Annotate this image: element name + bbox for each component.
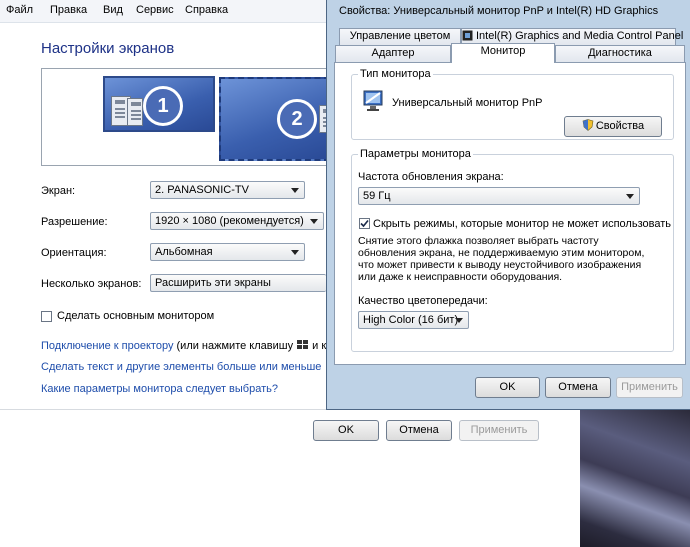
orientation-label: Ориентация:: [41, 247, 107, 259]
tab-monitor[interactable]: Монитор: [451, 43, 555, 63]
properties-button[interactable]: Свойства: [564, 116, 662, 137]
dialog-cancel-button[interactable]: Отмена: [545, 377, 611, 398]
monitor-params-group-title: Параметры монитора: [358, 148, 473, 160]
dropdown-arrow-icon: [626, 194, 634, 199]
dropdown-arrow-icon: [291, 250, 299, 255]
hide-modes-checkbox[interactable]: [359, 218, 370, 229]
page-title: Настройки экранов: [41, 40, 175, 57]
monitor-properties-dialog: Свойства: Универсальный монитор PnP и In…: [326, 0, 690, 410]
color-quality-label: Качество цветопередачи:: [358, 295, 488, 307]
projector-line: Подключение к проектору (или нажмите кла…: [41, 339, 326, 352]
refresh-rate-value: 59 Гц: [363, 190, 391, 202]
multiple-displays-select-value: Расширить эти экраны: [155, 277, 271, 289]
resolution-label: Разрешение:: [41, 216, 108, 228]
tab-diagnostics[interactable]: Диагностика: [555, 45, 685, 62]
multiple-displays-label: Несколько экранов:: [41, 278, 142, 290]
refresh-rate-label: Частота обновления экрана:: [358, 171, 504, 183]
intel-icon: [462, 30, 473, 41]
monitor-1-number: 1: [143, 86, 183, 126]
dialog-apply-button[interactable]: Применить: [616, 377, 683, 398]
menu-file[interactable]: Файл: [6, 4, 33, 16]
orientation-select-value: Альбомная: [155, 246, 213, 258]
document-icon: [127, 98, 143, 126]
screen-select-value: 2. PANASONIC-TV: [155, 184, 249, 196]
monitor-type-group-title: Тип монитора: [358, 68, 433, 80]
menu-tools[interactable]: Сервис: [136, 4, 174, 16]
ok-button[interactable]: OK: [313, 420, 379, 441]
projector-link[interactable]: Подключение к проектору: [41, 340, 173, 352]
shield-icon: [582, 119, 594, 131]
monitor-arrangement-area: 1 2: [41, 68, 333, 166]
color-quality-value: High Color (16 бит): [363, 314, 459, 326]
monitor-1[interactable]: 1: [103, 76, 215, 132]
monitor-name: Универсальный монитор PnP: [392, 97, 543, 109]
dialog-title: Свойства: Универсальный монитор PnP и In…: [339, 5, 659, 17]
monitor-type-group: Тип монитора Универсальный монитор PnP С…: [351, 68, 674, 140]
checkmark-icon: [360, 219, 369, 228]
menu-view[interactable]: Вид: [103, 4, 123, 16]
monitor-icon: [363, 90, 383, 111]
dropdown-arrow-icon: [291, 188, 299, 193]
tab-intel-label: Intel(R) Graphics and Media Control Pane…: [476, 30, 684, 42]
main-monitor-label: Сделать основным монитором: [57, 310, 215, 322]
dialog-ok-button[interactable]: OK: [475, 377, 540, 398]
monitor-tab-panel: Тип монитора Универсальный монитор PnP С…: [334, 62, 686, 365]
resolution-select-value: 1920 × 1080 (рекомендуется): [155, 215, 304, 227]
projector-hint-tail: и к: [309, 340, 327, 352]
windows-key-icon: [297, 340, 309, 349]
multiple-displays-select[interactable]: Расширить эти экраны: [150, 274, 326, 292]
text-size-link[interactable]: Сделать текст и другие элементы больше и…: [41, 361, 321, 373]
tab-color-management[interactable]: Управление цветом: [339, 28, 461, 45]
monitor-2[interactable]: 2: [219, 77, 333, 161]
refresh-rate-select[interactable]: 59 Гц: [358, 187, 640, 205]
cancel-button[interactable]: Отмена: [386, 420, 452, 441]
screen-select[interactable]: 2. PANASONIC-TV: [150, 181, 305, 199]
monitor-2-number: 2: [277, 99, 317, 139]
properties-button-label: Свойства: [595, 120, 645, 132]
menu-edit[interactable]: Правка: [50, 4, 87, 16]
menu-help[interactable]: Справка: [185, 4, 228, 16]
which-params-link[interactable]: Какие параметры монитора следует выбрать…: [41, 383, 278, 395]
tab-adapter[interactable]: Адаптер: [335, 45, 451, 62]
projector-hint: (или нажмите клавишу: [173, 340, 297, 352]
hint-text: Снятие этого флажка позволяет выбрать ча…: [358, 235, 645, 283]
dropdown-arrow-icon: [310, 219, 318, 224]
dropdown-arrow-icon: [455, 318, 463, 323]
resolution-select[interactable]: 1920 × 1080 (рекомендуется): [150, 212, 324, 230]
desktop-wallpaper: [580, 410, 690, 547]
screen-label: Экран:: [41, 185, 76, 197]
orientation-select[interactable]: Альбомная: [150, 243, 305, 261]
monitor-params-group: Параметры монитора Частота обновления эк…: [351, 148, 674, 352]
main-monitor-checkbox[interactable]: [41, 311, 52, 322]
color-quality-select[interactable]: High Color (16 бит): [358, 311, 469, 329]
apply-button[interactable]: Применить: [459, 420, 539, 441]
hide-modes-label: Скрыть режимы, которые монитор не может …: [373, 218, 671, 230]
